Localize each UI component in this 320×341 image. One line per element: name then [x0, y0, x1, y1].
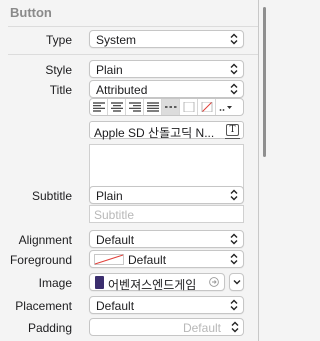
title-font-value: Apple SD 산돌고딕 N... [94, 126, 215, 140]
more-options-icon [219, 106, 232, 111]
popup-arrows-icon [230, 299, 238, 311]
background-color-well[interactable] [198, 99, 216, 115]
foreground-label: Foreground [9, 253, 72, 267]
alignment-label: Alignment [18, 233, 72, 247]
subtitle-popup[interactable]: Plain [89, 186, 244, 204]
section-title: Button [10, 5, 52, 20]
placement-value: Default [96, 299, 135, 313]
popup-arrows-icon [230, 33, 238, 45]
image-label: Image [38, 276, 72, 290]
style-label: Style [45, 63, 72, 77]
align-left-icon [93, 102, 105, 112]
foreground-value: Default [128, 253, 167, 267]
image-value: 어벤져스엔드게임 [108, 278, 197, 292]
popup-arrows-icon [230, 253, 238, 265]
title-text-area[interactable] [89, 144, 244, 190]
panel-border [258, 0, 259, 341]
padding-field[interactable]: Default [89, 318, 244, 336]
no-color-swatch-icon [201, 102, 213, 112]
align-justify-icon [147, 102, 159, 112]
title-popup[interactable]: Attributed [89, 80, 244, 98]
align-center-icon [111, 102, 123, 112]
section-divider [8, 26, 258, 27]
type-value: System [96, 33, 137, 47]
padding-placeholder: Default [182, 321, 221, 335]
alignment-popup[interactable]: Default [89, 230, 244, 248]
no-color-swatch-icon [94, 254, 124, 265]
padding-label: Padding [27, 321, 72, 335]
image-combo-field[interactable]: 어벤져스엔드게임 [89, 273, 225, 292]
foreground-color-popup[interactable]: Default [89, 250, 244, 268]
title-font-field[interactable]: Apple SD 산돌고딕 N... T [89, 121, 244, 140]
image-thumbnail-icon [95, 276, 104, 289]
placement-label: Placement [15, 299, 72, 313]
subtitle-text-field[interactable]: Subtitle [89, 205, 244, 223]
type-label: Type [45, 33, 72, 47]
popup-arrows-icon [230, 233, 238, 245]
style-popup[interactable]: Plain [89, 60, 244, 78]
font-picker-icon[interactable]: T [225, 124, 240, 139]
chevron-down-icon [233, 280, 241, 285]
stepper-arrows-icon[interactable] [231, 321, 239, 333]
text-color-well[interactable] [180, 99, 198, 115]
type-popup[interactable]: System [89, 30, 244, 48]
align-right-icon [129, 102, 141, 112]
subtitle-value: Plain [96, 189, 123, 203]
forward-arrow-icon[interactable] [209, 277, 219, 287]
popup-arrows-icon [230, 63, 238, 75]
align-justify-button[interactable] [144, 99, 162, 115]
popup-arrows-icon [230, 189, 238, 201]
text-alignment-toolbar [89, 98, 244, 116]
subtitle-placeholder: Subtitle [94, 208, 135, 222]
style-value: Plain [96, 63, 123, 77]
align-right-button[interactable] [126, 99, 144, 115]
group-divider [8, 54, 258, 55]
align-left-button[interactable] [90, 99, 108, 115]
align-center-button[interactable] [108, 99, 126, 115]
placement-popup[interactable]: Default [89, 296, 244, 314]
align-natural-icon [165, 106, 177, 108]
title-label: Title [49, 83, 72, 97]
attributes-inspector: Button Type System Style Plain Title Att… [0, 0, 258, 341]
alignment-value: Default [96, 233, 135, 247]
align-natural-button[interactable] [162, 99, 180, 115]
image-dropdown-button[interactable] [229, 273, 244, 291]
color-swatch-icon [183, 102, 195, 112]
vertical-scrollbar[interactable] [263, 7, 266, 157]
more-options-button[interactable] [216, 99, 240, 115]
subtitle-label: Subtitle [31, 189, 72, 203]
popup-arrows-icon [230, 83, 238, 95]
title-value: Attributed [96, 83, 148, 97]
